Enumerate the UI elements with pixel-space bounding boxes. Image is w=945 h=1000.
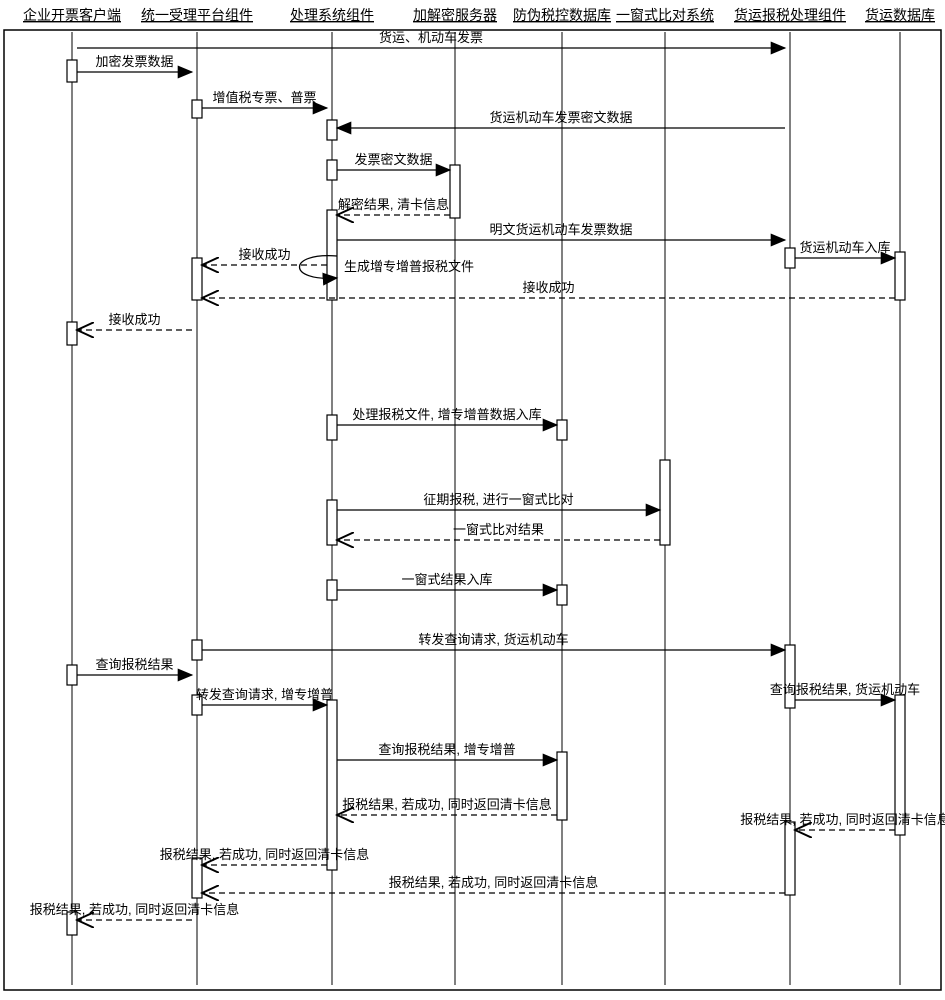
activation: [67, 322, 77, 345]
message-label: 报税结果, 若成功, 同时返回清卡信息: [160, 847, 369, 862]
activation: [192, 858, 202, 898]
message-label: 报税结果, 若成功, 同时返回清卡信息: [30, 902, 239, 917]
message-label: 货运机动车入库: [799, 240, 890, 255]
participant-p5: 防伪税控数据库: [513, 7, 611, 23]
activation: [327, 160, 337, 180]
message-label: 一窗式比对结果: [453, 522, 544, 537]
activation: [557, 752, 567, 820]
message-label: 接收成功: [238, 247, 290, 262]
message-label: 征期报税, 进行一窗式比对: [423, 492, 573, 507]
activation: [785, 248, 795, 268]
participant-p1: 企业开票客户端: [23, 7, 121, 23]
activation: [895, 252, 905, 300]
activation: [327, 120, 337, 140]
message-label: 查询报税结果, 增专增普: [378, 742, 515, 757]
message-label: 加密发票数据: [95, 54, 173, 69]
activation: [327, 580, 337, 600]
message-label: 报税结果, 若成功, 同时返回清卡信息: [342, 797, 551, 812]
activation: [192, 258, 202, 300]
message-label: 报税结果, 若成功, 同时返回清卡信息: [740, 812, 945, 827]
activation: [192, 640, 202, 660]
message-label: 增值税专票、普票: [212, 90, 316, 105]
activation: [327, 500, 337, 545]
activation: [192, 100, 202, 118]
activation: [67, 60, 77, 82]
activation: [660, 460, 670, 545]
message-label: 接收成功: [108, 312, 160, 327]
message-label: 转发查询请求, 货运机动车: [418, 632, 568, 647]
participant-p8: 货运数据库: [865, 7, 935, 23]
message-label: 货运、机动车发票: [379, 30, 483, 45]
message-label: 处理报税文件, 增专增普数据入库: [352, 407, 541, 422]
activation: [327, 700, 337, 870]
activation: [785, 822, 795, 895]
message-label: 转发查询请求, 增专增普: [196, 687, 333, 702]
message-label: 一窗式结果入库: [401, 572, 492, 587]
activation: [327, 415, 337, 440]
message-label: 明文货运机动车发票数据: [489, 222, 632, 237]
participant-p3: 处理系统组件: [290, 7, 374, 23]
activation: [557, 420, 567, 440]
message-label: 解密结果, 清卡信息: [338, 197, 449, 212]
participant-p6: 一窗式比对系统: [616, 7, 714, 23]
activation: [450, 165, 460, 218]
participant-p2: 统一受理平台组件: [141, 7, 253, 23]
message-label: 发票密文数据: [354, 152, 432, 167]
message-label: 生成增专增普报税文件: [344, 259, 474, 274]
message-label: 查询报税结果: [95, 657, 173, 672]
activation: [785, 645, 795, 708]
message-label: 接收成功: [522, 280, 574, 295]
sequence-diagram: 企业开票客户端 统一受理平台组件 处理系统组件 加解密服务器防伪税控数据库一窗式比对系…: [0, 0, 945, 1000]
activation: [67, 665, 77, 685]
participant-p4: 加解密服务器: [413, 7, 497, 23]
message-label: 查询报税结果, 货运机动车: [770, 682, 920, 697]
participant-p7: 货运报税处理组件: [734, 7, 846, 23]
activation: [557, 585, 567, 605]
message-label: 货运机动车发票密文数据: [489, 110, 632, 125]
message-label: 报税结果, 若成功, 同时返回清卡信息: [389, 875, 598, 890]
